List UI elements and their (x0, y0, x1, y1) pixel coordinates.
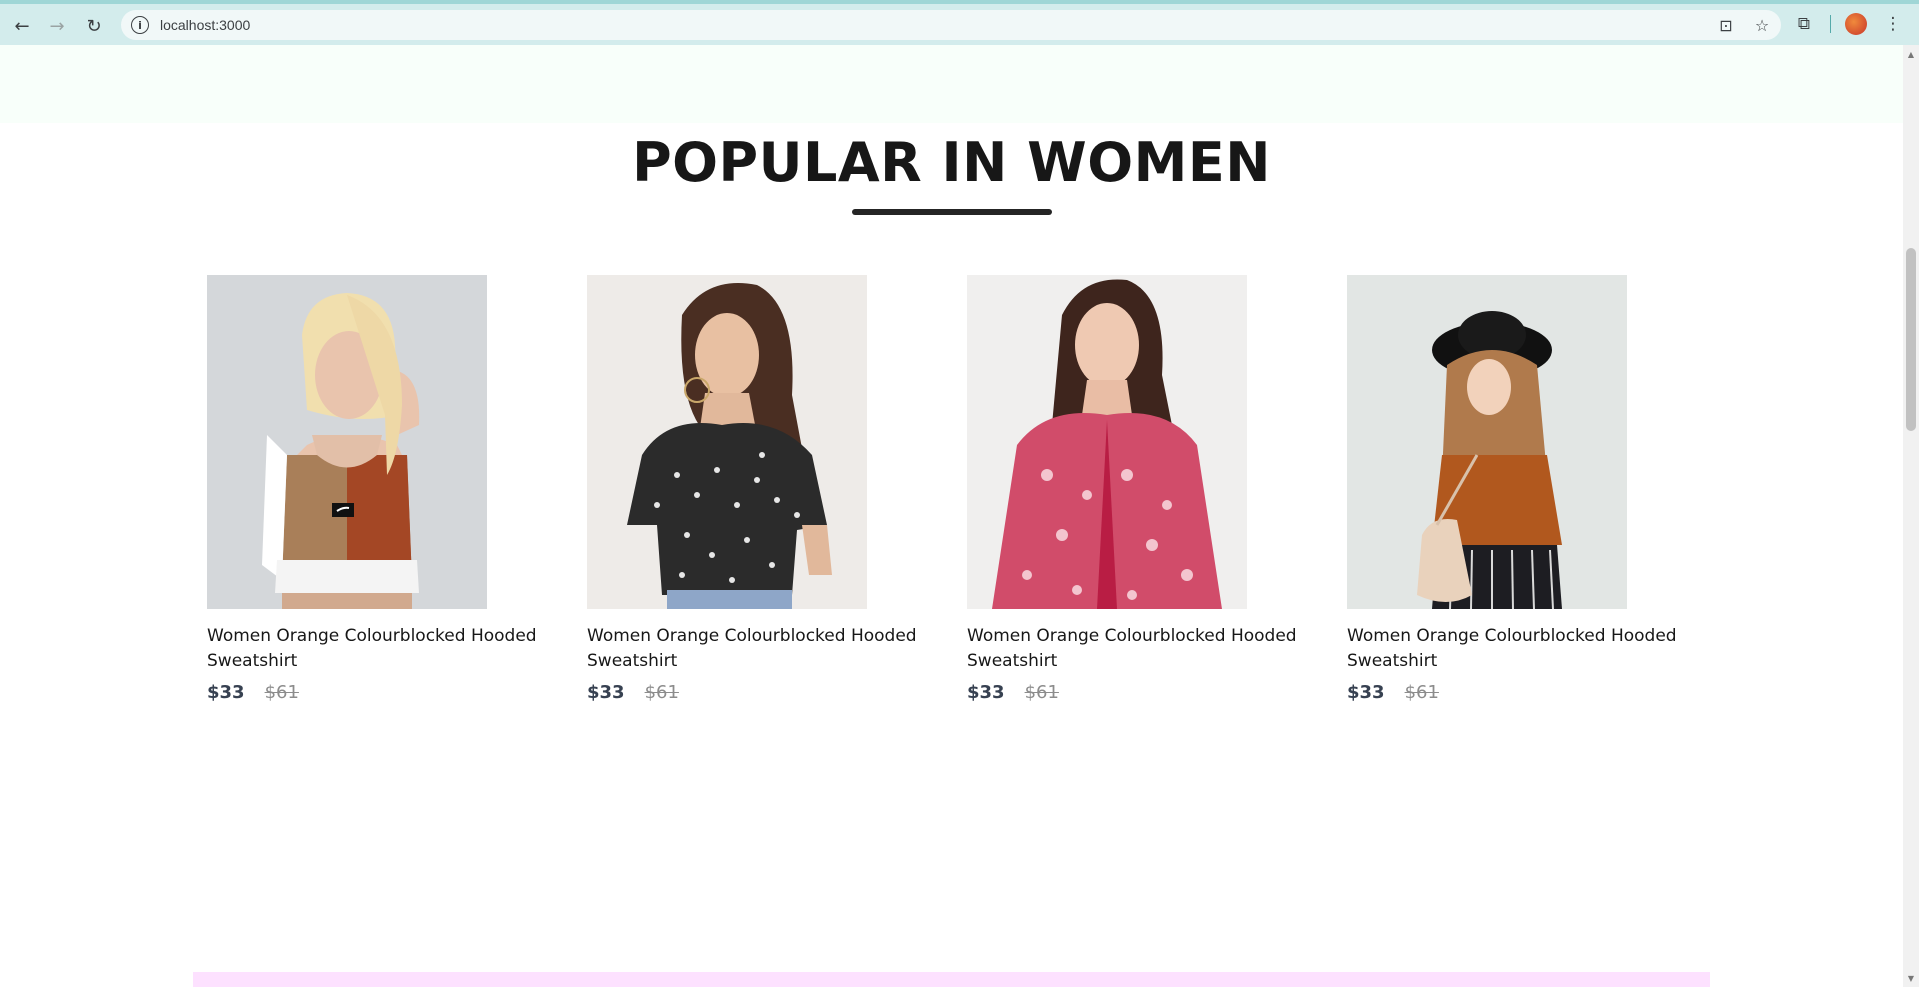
product-old-price: $61 (264, 682, 299, 703)
product-name[interactable]: Women Orange Colourblocked Hooded Sweats… (207, 624, 537, 674)
page-scrollbar[interactable]: ▲ ▼ (1903, 45, 1919, 987)
menu-icon[interactable]: ⋮ (1881, 12, 1905, 36)
reload-icon[interactable]: ↻ (80, 12, 108, 40)
page-content: POPULAR IN WOMEN Women Orange Colourbloc… (0, 45, 1903, 987)
scrollbar-thumb[interactable] (1906, 248, 1916, 431)
product-card[interactable]: Women Orange Colourblocked Hooded Sweats… (207, 275, 537, 703)
product-name[interactable]: Women Orange Colourblocked Hooded Sweats… (1347, 624, 1677, 674)
bookmark-star-icon[interactable]: ☆ (1751, 14, 1773, 36)
profile-avatar[interactable] (1845, 13, 1867, 35)
product-card[interactable]: Women Orange Colourblocked Hooded Sweats… (587, 275, 917, 703)
forward-icon[interactable]: → (43, 12, 71, 40)
product-new-price: $33 (587, 682, 625, 703)
product-prices: $33 $61 (587, 682, 917, 703)
product-image[interactable] (587, 275, 867, 609)
product-prices: $33 $61 (207, 682, 537, 703)
address-bar[interactable]: i localhost:3000 ⊡ ☆ (121, 10, 1781, 40)
product-name[interactable]: Women Orange Colourblocked Hooded Sweats… (587, 624, 917, 674)
browser-toolbar: ← → ↻ i localhost:3000 ⊡ ☆ ⧉ ⋮ (0, 0, 1919, 45)
title-underline (852, 209, 1052, 215)
product-new-price: $33 (967, 682, 1005, 703)
section-title: POPULAR IN WOMEN (632, 131, 1271, 194)
product-old-price: $61 (644, 682, 679, 703)
scroll-down-icon[interactable]: ▼ (1903, 971, 1919, 985)
offers-banner (193, 972, 1710, 987)
product-name[interactable]: Women Orange Colourblocked Hooded Sweats… (967, 624, 1297, 674)
hero-section-bottom (0, 45, 1903, 123)
product-prices: $33 $61 (967, 682, 1297, 703)
product-prices: $33 $61 (1347, 682, 1677, 703)
back-icon[interactable]: ← (8, 12, 36, 40)
product-new-price: $33 (1347, 682, 1385, 703)
product-old-price: $61 (1024, 682, 1059, 703)
product-card[interactable]: Women Orange Colourblocked Hooded Sweats… (967, 275, 1297, 703)
install-app-icon[interactable]: ⊡ (1715, 14, 1737, 36)
site-info-icon[interactable]: i (131, 16, 149, 34)
url-text[interactable]: localhost:3000 (160, 17, 250, 33)
scroll-up-icon[interactable]: ▲ (1903, 47, 1919, 61)
product-card[interactable]: Women Orange Colourblocked Hooded Sweats… (1347, 275, 1677, 703)
product-image[interactable] (967, 275, 1247, 609)
toolbar-divider (1830, 15, 1831, 33)
product-image[interactable] (207, 275, 487, 609)
product-old-price: $61 (1404, 682, 1439, 703)
extensions-icon[interactable]: ⧉ (1792, 12, 1816, 36)
product-new-price: $33 (207, 682, 245, 703)
product-image[interactable] (1347, 275, 1627, 609)
